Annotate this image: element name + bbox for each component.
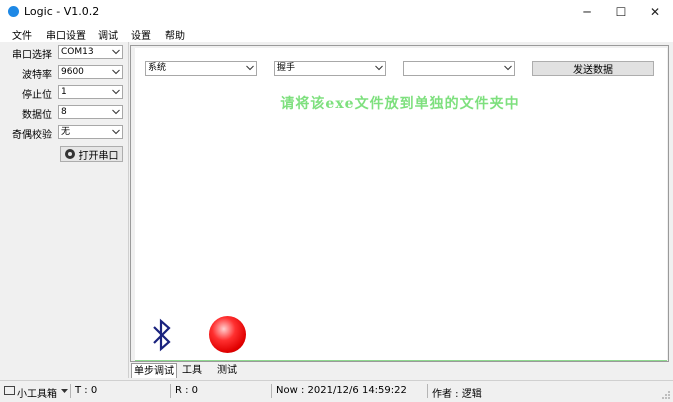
handshake-value: 握手 xyxy=(277,63,296,73)
parity-label: 奇偶校验 xyxy=(12,130,52,141)
port-value: COM13 xyxy=(61,47,94,57)
menu-file[interactable]: 文件 xyxy=(12,27,32,42)
chevron-down-icon xyxy=(111,66,121,78)
system-select[interactable]: 系统 xyxy=(145,61,257,76)
tab-tools[interactable]: 工具 xyxy=(178,363,206,378)
parity-select[interactable]: 无 xyxy=(58,125,123,139)
gear-icon xyxy=(64,149,75,159)
chevron-down-icon xyxy=(111,106,121,118)
baud-select[interactable]: 9600 xyxy=(58,65,123,79)
app-icon xyxy=(8,6,19,17)
system-value: 系统 xyxy=(148,63,167,73)
baud-value: 9600 xyxy=(61,67,84,77)
menu-settings[interactable]: 设置 xyxy=(131,27,151,42)
menu-debug[interactable]: 调试 xyxy=(98,27,118,42)
current-time: Now : 2021/12/6 14:59:22 xyxy=(276,385,407,396)
open-port-button[interactable]: 打开串口 xyxy=(60,146,123,162)
tab-test[interactable]: 测试 xyxy=(213,363,241,378)
data-bits-label: 数据位 xyxy=(22,110,52,121)
toolbox-icon xyxy=(4,386,15,395)
data-bits-value: 8 xyxy=(61,107,67,117)
close-button[interactable]: ✕ xyxy=(638,0,672,24)
tx-count: T : 0 xyxy=(75,385,98,396)
maximize-button[interactable]: ☐ xyxy=(604,0,638,24)
chevron-down-icon xyxy=(245,62,255,74)
status-indicator-light xyxy=(209,316,246,353)
status-divider xyxy=(170,384,171,398)
minimize-button[interactable]: ─ xyxy=(570,0,604,24)
data-bits-select[interactable]: 8 xyxy=(58,105,123,119)
port-select[interactable]: COM13 xyxy=(58,45,123,59)
chevron-down-icon xyxy=(374,62,384,74)
chevron-down-icon xyxy=(111,46,121,58)
handshake-select[interactable]: 握手 xyxy=(274,61,386,76)
menu-serial-settings[interactable]: 串口设置 xyxy=(46,27,86,42)
chevron-down-icon xyxy=(503,62,513,74)
bluetooth-icon xyxy=(153,318,171,352)
chevron-down-icon xyxy=(111,126,121,138)
stop-bits-value: 1 xyxy=(61,87,67,97)
status-divider xyxy=(427,384,428,398)
resize-grip-icon[interactable] xyxy=(661,390,671,400)
title-bar: Logic - V1.0.2 ─ ☐ ✕ xyxy=(0,0,673,24)
tab-single-step-debug[interactable]: 单步调试 xyxy=(131,363,177,378)
open-port-label: 打开串口 xyxy=(78,150,119,162)
dropdown-arrow-icon xyxy=(61,389,68,393)
command-select[interactable] xyxy=(403,61,515,76)
window-title: Logic - V1.0.2 xyxy=(24,5,100,18)
status-bar: 小工具箱 T : 0 R : 0 Now : 2021/12/6 14:59:2… xyxy=(0,380,673,402)
chevron-down-icon xyxy=(111,86,121,98)
toolbox-dropdown[interactable]: 小工具箱 xyxy=(17,385,57,400)
stop-bits-label: 停止位 xyxy=(22,90,52,101)
rx-count: R : 0 xyxy=(175,385,199,396)
stop-bits-select[interactable]: 1 xyxy=(58,85,123,99)
status-divider xyxy=(70,384,71,398)
parity-value: 无 xyxy=(61,127,71,137)
status-divider xyxy=(271,384,272,398)
port-label: 串口选择 xyxy=(12,50,52,61)
baud-label: 波特率 xyxy=(22,70,52,81)
author-label: 作者 : 逻辑 xyxy=(432,389,482,400)
menu-bar: 文件 串口设置 调试 设置 帮助 xyxy=(0,24,673,42)
notice-text: 请将该exe文件放到单独的文件夹中 xyxy=(280,96,520,112)
send-data-button[interactable]: 发送数据 xyxy=(532,61,654,76)
menu-help[interactable]: 帮助 xyxy=(165,27,185,42)
